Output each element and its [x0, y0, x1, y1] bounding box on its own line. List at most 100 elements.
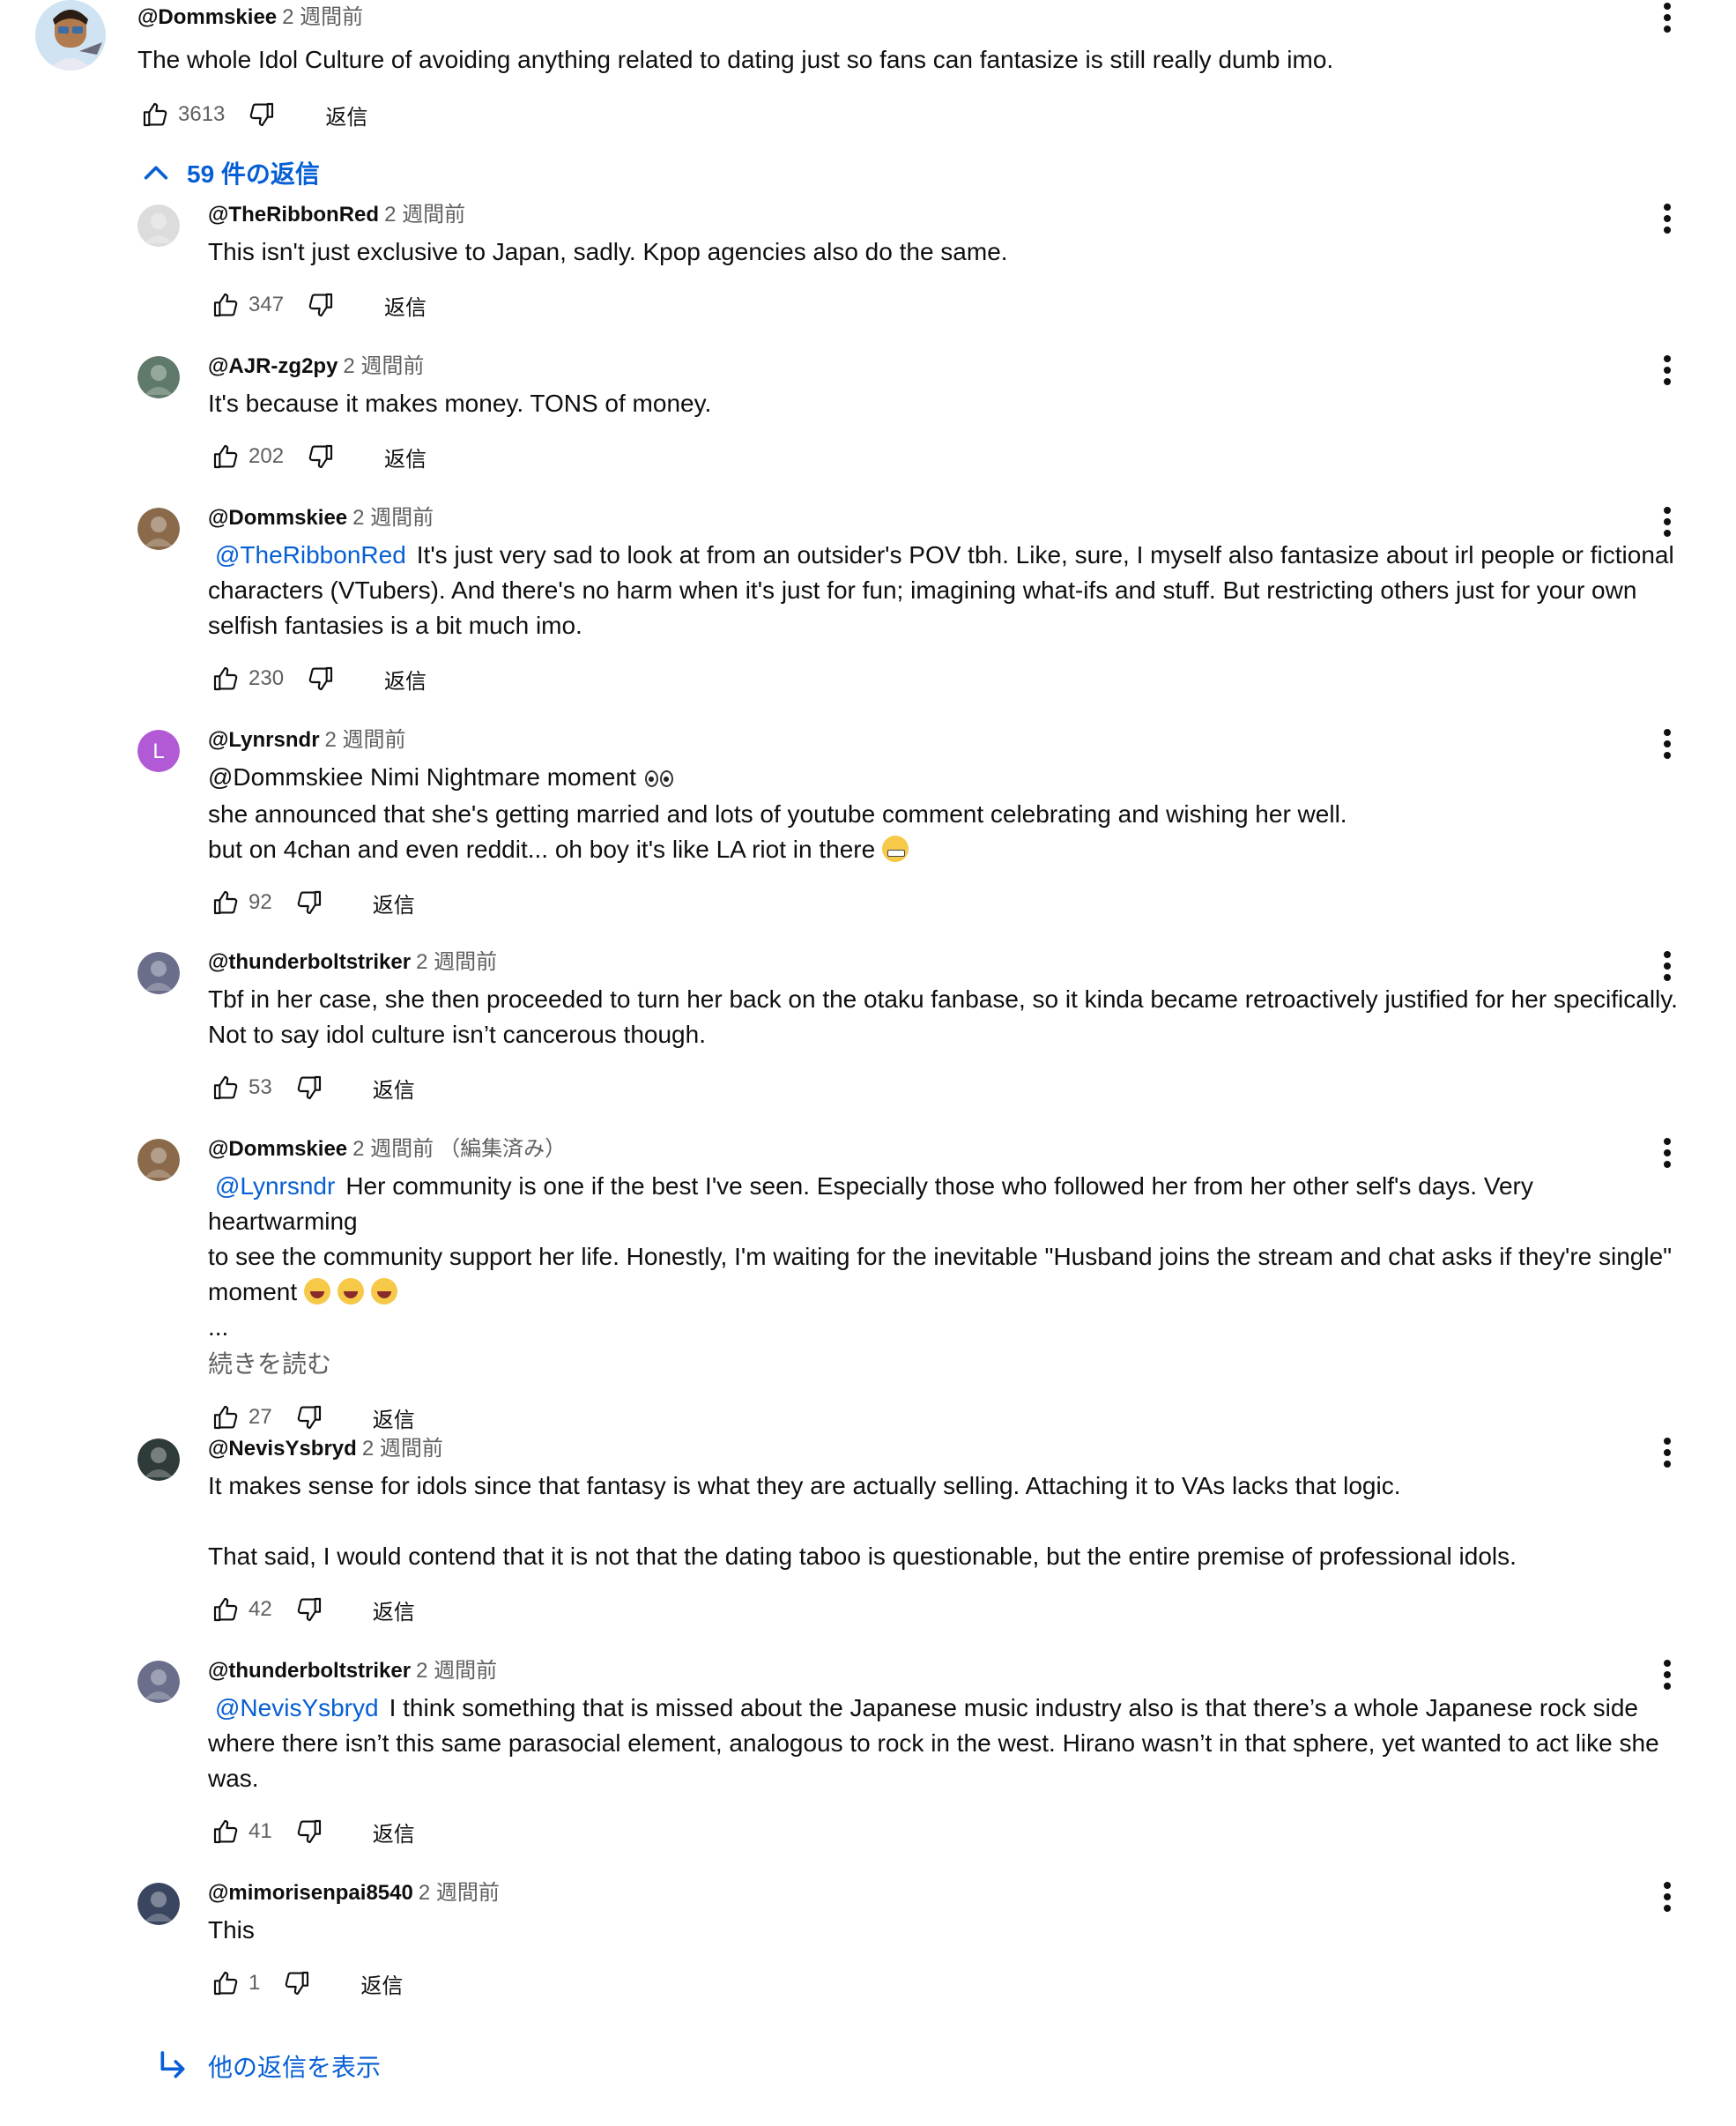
more-vert-icon [1664, 355, 1671, 385]
avatar[interactable]: L [137, 730, 180, 772]
dislike-button[interactable] [303, 287, 338, 323]
dislike-button[interactable] [303, 439, 338, 474]
reply-button[interactable]: 返信 [373, 1073, 415, 1104]
joy-emoji-icon [304, 1278, 331, 1305]
author-name[interactable]: @Dommskiee [137, 5, 277, 29]
like-button[interactable] [208, 287, 243, 323]
like-button[interactable] [137, 97, 173, 132]
avatar[interactable] [137, 952, 180, 994]
comment-line: @TheRibbonRed It's just very sad to look … [208, 538, 1688, 573]
like-count: 27 [249, 1405, 272, 1429]
comment-line: characters (VTubers). And there's no har… [208, 576, 1637, 604]
reply-button[interactable]: 返信 [384, 664, 427, 695]
timestamp[interactable]: 2 週間前 [352, 1137, 434, 1161]
comment-actions: 202 返信 [208, 439, 1688, 474]
reply-button[interactable]: 返信 [373, 1402, 415, 1433]
comment-line: was. [208, 1765, 259, 1792]
timestamp[interactable]: 2 週間前 [352, 506, 434, 530]
like-button[interactable] [208, 1592, 243, 1627]
mention-link[interactable]: @Lynrsndr [208, 1172, 335, 1200]
reply-button[interactable]: 返信 [373, 1817, 415, 1847]
timestamp[interactable]: 2 週間前 [282, 5, 363, 29]
comment-header: @Dommskiee 2 週間前 [208, 504, 1688, 532]
action-menu-button[interactable] [1650, 1879, 1685, 1914]
dislike-button[interactable] [244, 97, 279, 132]
action-menu-button[interactable] [1650, 201, 1685, 236]
timestamp[interactable]: 2 週間前 [419, 1881, 500, 1905]
dislike-button[interactable] [279, 1966, 315, 2001]
timestamp[interactable]: 2 週間前 [416, 1659, 497, 1683]
avatar[interactable] [137, 1661, 180, 1703]
comment-header: @thunderboltstriker 2 週間前 [208, 1657, 1688, 1685]
action-menu-button[interactable] [1650, 1435, 1685, 1470]
like-button[interactable] [208, 1070, 243, 1105]
timestamp[interactable]: 2 週間前 [325, 728, 406, 752]
reply-button[interactable]: 返信 [384, 442, 427, 472]
reply-button[interactable]: 返信 [373, 1594, 415, 1625]
avatar-image [137, 204, 180, 247]
like-button[interactable] [208, 885, 243, 920]
avatar-image [137, 356, 180, 398]
mention-link[interactable]: @TheRibbonRed [208, 541, 406, 569]
comment-actions: 230 返信 [208, 661, 1688, 696]
reply-button[interactable]: 返信 [325, 100, 367, 130]
more-vert-icon [1664, 507, 1671, 537]
comment-actions: 53 返信 [208, 1070, 1688, 1105]
comment-line: but on 4chan and even reddit... oh boy i… [208, 832, 1688, 867]
thumbs-down-icon [297, 1075, 321, 1100]
avatar[interactable] [137, 356, 180, 398]
avatar[interactable] [137, 508, 180, 550]
avatar[interactable] [35, 0, 106, 71]
action-menu-button[interactable] [1650, 726, 1685, 762]
thumbs-up-icon [143, 102, 167, 127]
like-button[interactable] [208, 1966, 243, 2001]
like-button[interactable] [208, 1814, 243, 1849]
comment-text: This isn't just exclusive to Japan, sadl… [208, 234, 1688, 270]
author-name[interactable]: @TheRibbonRed [208, 203, 379, 227]
avatar-image [137, 1438, 180, 1481]
reply-button[interactable]: 返信 [360, 1968, 403, 1999]
dislike-button[interactable] [292, 1814, 327, 1849]
action-menu-button[interactable] [1650, 1135, 1685, 1171]
author-name[interactable]: @Dommskiee [208, 1137, 347, 1161]
like-button[interactable] [208, 439, 243, 474]
action-menu-button[interactable] [1650, 353, 1685, 388]
reply-button[interactable]: 返信 [384, 290, 427, 321]
dislike-button[interactable] [303, 661, 338, 696]
dislike-button[interactable] [292, 1070, 327, 1105]
avatar-image [137, 1661, 180, 1703]
more-vert-icon [1664, 729, 1671, 759]
read-more-button[interactable]: 続きを読む [208, 1347, 1688, 1382]
comment-text: It's because it makes money. TONS of mon… [208, 386, 1688, 421]
author-name[interactable]: @Dommskiee [208, 506, 347, 530]
author-name[interactable]: @AJR-zg2py [208, 354, 338, 378]
comment-line: It's because it makes money. TONS of mon… [208, 390, 712, 417]
mention-link[interactable]: @NevisYsbryd [208, 1694, 379, 1721]
author-name[interactable]: @thunderboltstriker [208, 1659, 411, 1683]
avatar[interactable] [137, 1438, 180, 1481]
author-name[interactable]: @Lynrsndr [208, 728, 320, 752]
timestamp[interactable]: 2 週間前 [343, 354, 424, 378]
author-name[interactable]: @thunderboltstriker [208, 950, 411, 974]
timestamp[interactable]: 2 週間前 [416, 950, 497, 974]
author-name[interactable]: @mimorisenpai8540 [208, 1881, 413, 1905]
dislike-button[interactable] [292, 885, 327, 920]
dislike-button[interactable] [292, 1400, 327, 1435]
dislike-button[interactable] [292, 1592, 327, 1627]
action-menu-button[interactable] [1650, 1657, 1685, 1692]
like-button[interactable] [208, 661, 243, 696]
reply-button[interactable]: 返信 [373, 888, 415, 918]
author-name[interactable]: @NevisYsbryd [208, 1437, 357, 1461]
timestamp[interactable]: 2 週間前 [384, 203, 465, 227]
like-button[interactable] [208, 1400, 243, 1435]
timestamp[interactable]: 2 週間前 [362, 1437, 443, 1461]
hide-replies-button[interactable]: 59 件の返信 [141, 155, 320, 190]
action-menu-button[interactable] [1650, 0, 1685, 35]
action-menu-button[interactable] [1650, 948, 1685, 984]
action-menu-button[interactable] [1650, 504, 1685, 539]
avatar[interactable] [137, 1883, 180, 1925]
avatar[interactable] [137, 204, 180, 247]
thumbs-down-icon [250, 102, 274, 127]
avatar[interactable] [137, 1139, 180, 1181]
show-more-replies-button[interactable]: 他の返信を表示 [155, 2047, 381, 2085]
